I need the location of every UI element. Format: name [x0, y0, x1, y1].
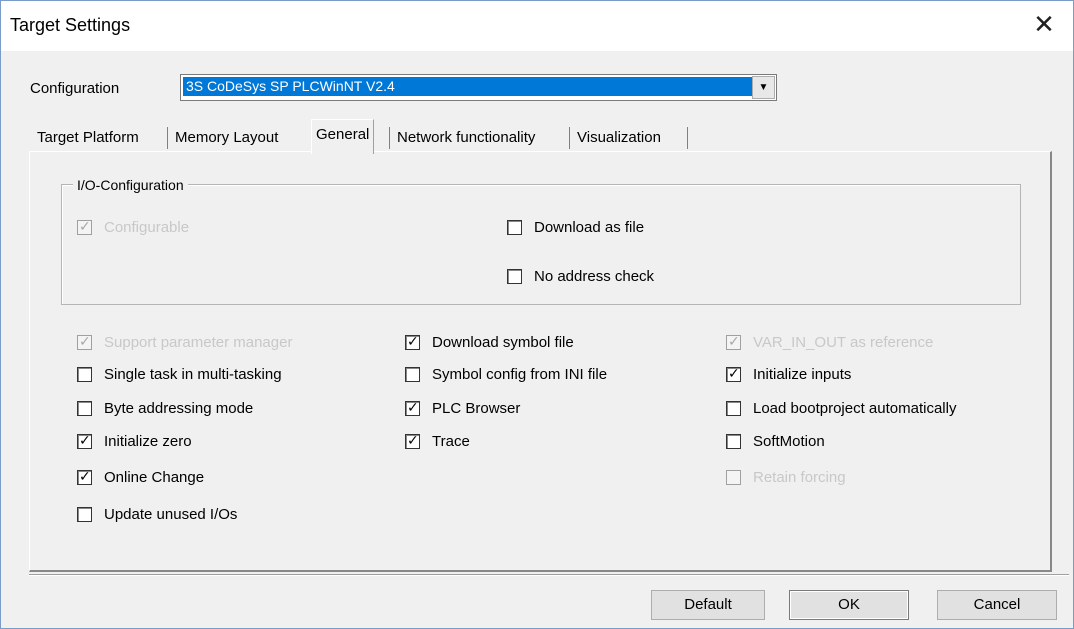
checkbox-box[interactable]: ✓: [405, 332, 420, 350]
checkbox-box[interactable]: [726, 400, 741, 416]
plc-browser-checkbox[interactable]: ✓ PLC Browser: [405, 398, 520, 418]
checkbox-box: ✓: [77, 217, 92, 235]
configuration-dropdown[interactable]: 3S CoDeSys SP PLCWinNT V2.4 ▼: [180, 74, 777, 101]
default-button[interactable]: Default: [651, 590, 765, 620]
target-settings-dialog: Target Settings ✕ Configuration 3S CoDeS…: [0, 0, 1074, 629]
configuration-label: Configuration: [30, 80, 120, 97]
checkbox-label: No address check: [534, 267, 655, 285]
checkbox-box[interactable]: ✓: [77, 467, 92, 485]
checkbox-label: Initialize zero: [104, 432, 192, 450]
tab-general[interactable]: General: [311, 119, 375, 154]
title-bar[interactable]: Target Settings ✕: [1, 1, 1073, 51]
checkmark-icon: ✓: [407, 398, 419, 415]
checkbox-label: SoftMotion: [753, 432, 825, 450]
checkbox-label: Download symbol file: [432, 333, 574, 351]
tab-network-functionality[interactable]: Network functionality: [397, 123, 535, 153]
checkbox-box[interactable]: [77, 366, 92, 382]
no-address-check-checkbox[interactable]: No address check: [507, 266, 654, 286]
checkbox-box[interactable]: ✓: [77, 431, 92, 449]
ok-button[interactable]: OK: [789, 590, 909, 620]
initialize-zero-checkbox[interactable]: ✓ Initialize zero: [77, 431, 192, 451]
checkbox-box[interactable]: ✓: [726, 364, 741, 382]
configuration-selected-value: 3S CoDeSys SP PLCWinNT V2.4: [183, 77, 752, 96]
checkbox-label: Retain forcing: [753, 468, 846, 486]
checkmark-icon: ✓: [728, 364, 740, 381]
checkbox-box: ✓: [726, 332, 741, 350]
checkbox-box[interactable]: ✓: [405, 398, 420, 416]
online-change-checkbox[interactable]: ✓ Online Change: [77, 467, 204, 487]
checkmark-icon: ✓: [79, 217, 91, 234]
initialize-inputs-checkbox[interactable]: ✓ Initialize inputs: [726, 364, 851, 384]
tab-visualization[interactable]: Visualization: [577, 123, 661, 153]
dialog-title: Target Settings: [10, 15, 131, 35]
retain-forcing-checkbox: Retain forcing: [726, 467, 846, 487]
symbol-config-ini-checkbox[interactable]: Symbol config from INI file: [405, 364, 607, 384]
checkbox-label: Initialize inputs: [753, 365, 852, 383]
checkbox-box[interactable]: [77, 400, 92, 416]
checkbox-box[interactable]: ✓: [405, 431, 420, 449]
chevron-down-icon[interactable]: ▼: [752, 76, 775, 99]
tab-divider: [167, 127, 168, 149]
checkbox-box[interactable]: [726, 433, 741, 449]
support-parameter-manager-checkbox: ✓ Support parameter manager: [77, 332, 292, 352]
checkbox-box[interactable]: [77, 506, 92, 522]
checkbox-label: Single task in multi-tasking: [104, 365, 282, 383]
checkbox-label: PLC Browser: [432, 399, 521, 417]
cancel-button[interactable]: Cancel: [937, 590, 1057, 620]
checkmark-icon: ✓: [79, 467, 91, 484]
io-configuration-title: I/O-Configuration: [73, 177, 188, 193]
checkmark-icon: ✓: [407, 332, 419, 349]
tab-divider: [687, 127, 688, 149]
checkbox-label: Support parameter manager: [104, 333, 293, 351]
footer-divider: [29, 574, 1069, 576]
checkbox-label: Configurable: [104, 218, 190, 236]
checkmark-icon: ✓: [407, 431, 419, 448]
checkmark-icon: ✓: [79, 431, 91, 448]
download-symbol-file-checkbox[interactable]: ✓ Download symbol file: [405, 332, 574, 352]
checkbox-box: [726, 469, 741, 485]
checkmark-icon: ✓: [79, 332, 91, 349]
single-task-checkbox[interactable]: Single task in multi-tasking: [77, 364, 282, 384]
close-icon[interactable]: ✕: [1029, 9, 1059, 39]
tab-divider: [389, 127, 390, 149]
checkbox-box[interactable]: [507, 268, 522, 284]
tab-memory-layout[interactable]: Memory Layout: [175, 123, 278, 153]
checkbox-box[interactable]: [507, 219, 522, 235]
load-bootproject-checkbox[interactable]: Load bootproject automatically: [726, 398, 956, 418]
checkbox-label: Online Change: [104, 468, 205, 486]
io-configuration-group: [61, 184, 1021, 305]
byte-addressing-checkbox[interactable]: Byte addressing mode: [77, 398, 253, 418]
checkbox-label: VAR_IN_OUT as reference: [753, 333, 934, 351]
var-in-out-checkbox: ✓ VAR_IN_OUT as reference: [726, 332, 933, 352]
configurable-checkbox: ✓ Configurable: [77, 217, 189, 237]
tab-divider: [569, 127, 570, 149]
checkbox-label: Update unused I/Os: [104, 505, 238, 523]
download-as-file-checkbox[interactable]: Download as file: [507, 217, 644, 237]
checkbox-label: Load bootproject automatically: [753, 399, 957, 417]
tab-target-platform[interactable]: Target Platform: [37, 123, 139, 153]
checkbox-box[interactable]: [405, 366, 420, 382]
checkbox-label: Download as file: [534, 218, 645, 236]
checkmark-icon: ✓: [728, 332, 740, 349]
softmotion-checkbox[interactable]: SoftMotion: [726, 431, 825, 451]
trace-checkbox[interactable]: ✓ Trace: [405, 431, 470, 451]
checkbox-label: Symbol config from INI file: [432, 365, 608, 383]
checkbox-label: Byte addressing mode: [104, 399, 254, 417]
checkbox-box: ✓: [77, 332, 92, 350]
checkbox-label: Trace: [432, 432, 470, 450]
update-unused-ios-checkbox[interactable]: Update unused I/Os: [77, 504, 237, 524]
